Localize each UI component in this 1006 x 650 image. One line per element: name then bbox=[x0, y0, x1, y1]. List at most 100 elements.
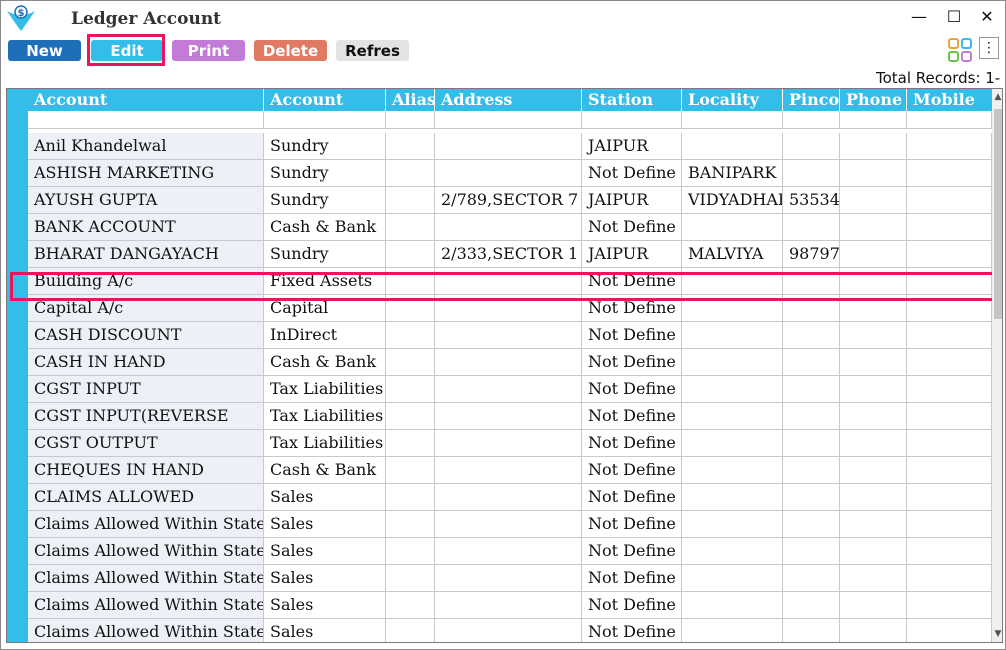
cell-account[interactable]: CGST OUTPUT bbox=[28, 430, 264, 457]
cell-address[interactable] bbox=[435, 214, 582, 241]
cell-mobile[interactable] bbox=[907, 133, 992, 160]
cell-alias[interactable] bbox=[386, 133, 435, 160]
cell-locality[interactable] bbox=[682, 457, 783, 484]
cell-mobile[interactable] bbox=[907, 457, 992, 484]
filter-cell[interactable] bbox=[435, 111, 582, 128]
cell-locality[interactable] bbox=[682, 484, 783, 511]
filter-cell[interactable] bbox=[783, 111, 840, 128]
cell-mobile[interactable] bbox=[907, 187, 992, 214]
column-header-address[interactable]: Address bbox=[435, 89, 582, 111]
cell-locality[interactable]: BANIPARK bbox=[682, 160, 783, 187]
cell-pincode[interactable] bbox=[783, 349, 840, 376]
cell-station[interactable]: JAIPUR bbox=[582, 187, 682, 214]
cell-address[interactable] bbox=[435, 619, 582, 642]
cell-address[interactable] bbox=[435, 484, 582, 511]
cell-phone[interactable] bbox=[840, 241, 907, 268]
cell-account[interactable]: Claims Allowed Within State bbox=[28, 565, 264, 592]
cell-phone[interactable] bbox=[840, 511, 907, 538]
cell-locality[interactable] bbox=[682, 511, 783, 538]
filter-cell[interactable] bbox=[907, 111, 992, 128]
cell-locality[interactable] bbox=[682, 619, 783, 642]
cell-mobile[interactable] bbox=[907, 349, 992, 376]
cell-station[interactable]: JAIPUR bbox=[582, 133, 682, 160]
cell-phone[interactable] bbox=[840, 322, 907, 349]
cell-station[interactable]: Not Define bbox=[582, 511, 682, 538]
cell-phone[interactable] bbox=[840, 457, 907, 484]
cell-address[interactable] bbox=[435, 430, 582, 457]
cell-pincode[interactable] bbox=[783, 376, 840, 403]
cell-alias[interactable] bbox=[386, 565, 435, 592]
cell-phone[interactable] bbox=[840, 538, 907, 565]
cell-group[interactable]: Sundry bbox=[264, 241, 386, 268]
cell-station[interactable]: Not Define bbox=[582, 619, 682, 642]
table-row[interactable]: Claims Allowed Within State Sales Not Defi… bbox=[28, 619, 992, 642]
cell-group[interactable]: Sundry bbox=[264, 187, 386, 214]
cell-locality[interactable] bbox=[682, 592, 783, 619]
filter-cell[interactable] bbox=[264, 111, 386, 128]
table-row[interactable]: CHEQUES IN HAND Cash & Bank Not Define bbox=[28, 457, 992, 484]
cell-mobile[interactable] bbox=[907, 241, 992, 268]
cell-phone[interactable] bbox=[840, 160, 907, 187]
cell-locality[interactable] bbox=[682, 349, 783, 376]
apps-grid-icon[interactable] bbox=[948, 38, 972, 62]
cell-address[interactable] bbox=[435, 322, 582, 349]
cell-station[interactable]: Not Define bbox=[582, 538, 682, 565]
cell-account[interactable]: Claims Allowed Within State bbox=[28, 538, 264, 565]
cell-group[interactable]: Sales bbox=[264, 619, 386, 642]
cell-pincode[interactable] bbox=[783, 430, 840, 457]
cell-phone[interactable] bbox=[840, 376, 907, 403]
cell-phone[interactable] bbox=[840, 133, 907, 160]
cell-pincode[interactable] bbox=[783, 403, 840, 430]
table-row[interactable]: Claims Allowed Within State Sales Not Defi… bbox=[28, 511, 992, 538]
cell-locality[interactable] bbox=[682, 430, 783, 457]
print-button[interactable]: Print bbox=[172, 40, 245, 61]
cell-mobile[interactable] bbox=[907, 619, 992, 642]
cell-phone[interactable] bbox=[840, 484, 907, 511]
cell-locality[interactable] bbox=[682, 565, 783, 592]
table-row[interactable]: CASH IN HAND Cash & Bank Not Define bbox=[28, 349, 992, 376]
cell-alias[interactable] bbox=[386, 592, 435, 619]
cell-account[interactable]: Claims Allowed Within State bbox=[28, 619, 264, 642]
minimize-button[interactable]: — bbox=[905, 7, 933, 27]
column-header-phone[interactable]: Phone bbox=[840, 89, 907, 111]
cell-pincode[interactable] bbox=[783, 214, 840, 241]
cell-alias[interactable] bbox=[386, 214, 435, 241]
cell-account[interactable]: Anil Khandelwal bbox=[28, 133, 264, 160]
cell-locality[interactable] bbox=[682, 322, 783, 349]
vertical-scrollbar[interactable]: ▲ ▼ bbox=[992, 89, 1002, 642]
cell-pincode[interactable] bbox=[783, 619, 840, 642]
cell-address[interactable] bbox=[435, 538, 582, 565]
cell-locality[interactable] bbox=[682, 403, 783, 430]
refresh-button[interactable]: Refres bbox=[336, 40, 409, 61]
cell-phone[interactable] bbox=[840, 430, 907, 457]
filter-cell[interactable] bbox=[682, 111, 783, 128]
cell-mobile[interactable] bbox=[907, 214, 992, 241]
cell-alias[interactable] bbox=[386, 430, 435, 457]
cell-phone[interactable] bbox=[840, 187, 907, 214]
cell-account[interactable]: CGST INPUT bbox=[28, 376, 264, 403]
column-header-alias[interactable]: Alias bbox=[386, 89, 435, 111]
cell-phone[interactable] bbox=[840, 565, 907, 592]
table-row[interactable]: Anil Khandelwal Sundry JAIPUR bbox=[28, 133, 992, 160]
cell-locality[interactable]: MALVIYA bbox=[682, 241, 783, 268]
cell-account[interactable]: AYUSH GUPTA bbox=[28, 187, 264, 214]
cell-address[interactable] bbox=[435, 592, 582, 619]
cell-pincode[interactable]: 98797 bbox=[783, 241, 840, 268]
cell-station[interactable]: Not Define bbox=[582, 457, 682, 484]
scroll-up-icon[interactable]: ▲ bbox=[992, 92, 1002, 104]
table-row[interactable]: Claims Allowed Within State Sales Not Defi… bbox=[28, 565, 992, 592]
cell-pincode[interactable] bbox=[783, 133, 840, 160]
cell-station[interactable]: Not Define bbox=[582, 403, 682, 430]
cell-address[interactable] bbox=[435, 160, 582, 187]
cell-group[interactable]: Tax Liabilities bbox=[264, 376, 386, 403]
table-row[interactable]: BANK ACCOUNT Cash & Bank Not Define bbox=[28, 214, 992, 241]
scroll-thumb[interactable] bbox=[994, 109, 1002, 319]
cell-station[interactable]: Not Define bbox=[582, 592, 682, 619]
column-header-account[interactable]: Account bbox=[28, 89, 264, 111]
cell-address[interactable] bbox=[435, 133, 582, 160]
cell-group[interactable]: InDirect bbox=[264, 322, 386, 349]
filter-cell[interactable] bbox=[28, 111, 264, 128]
table-row[interactable]: CLAIMS ALLOWED Sales Not Define bbox=[28, 484, 992, 511]
cell-group[interactable]: Tax Liabilities bbox=[264, 430, 386, 457]
more-options-button[interactable]: ⋮ bbox=[979, 37, 999, 59]
